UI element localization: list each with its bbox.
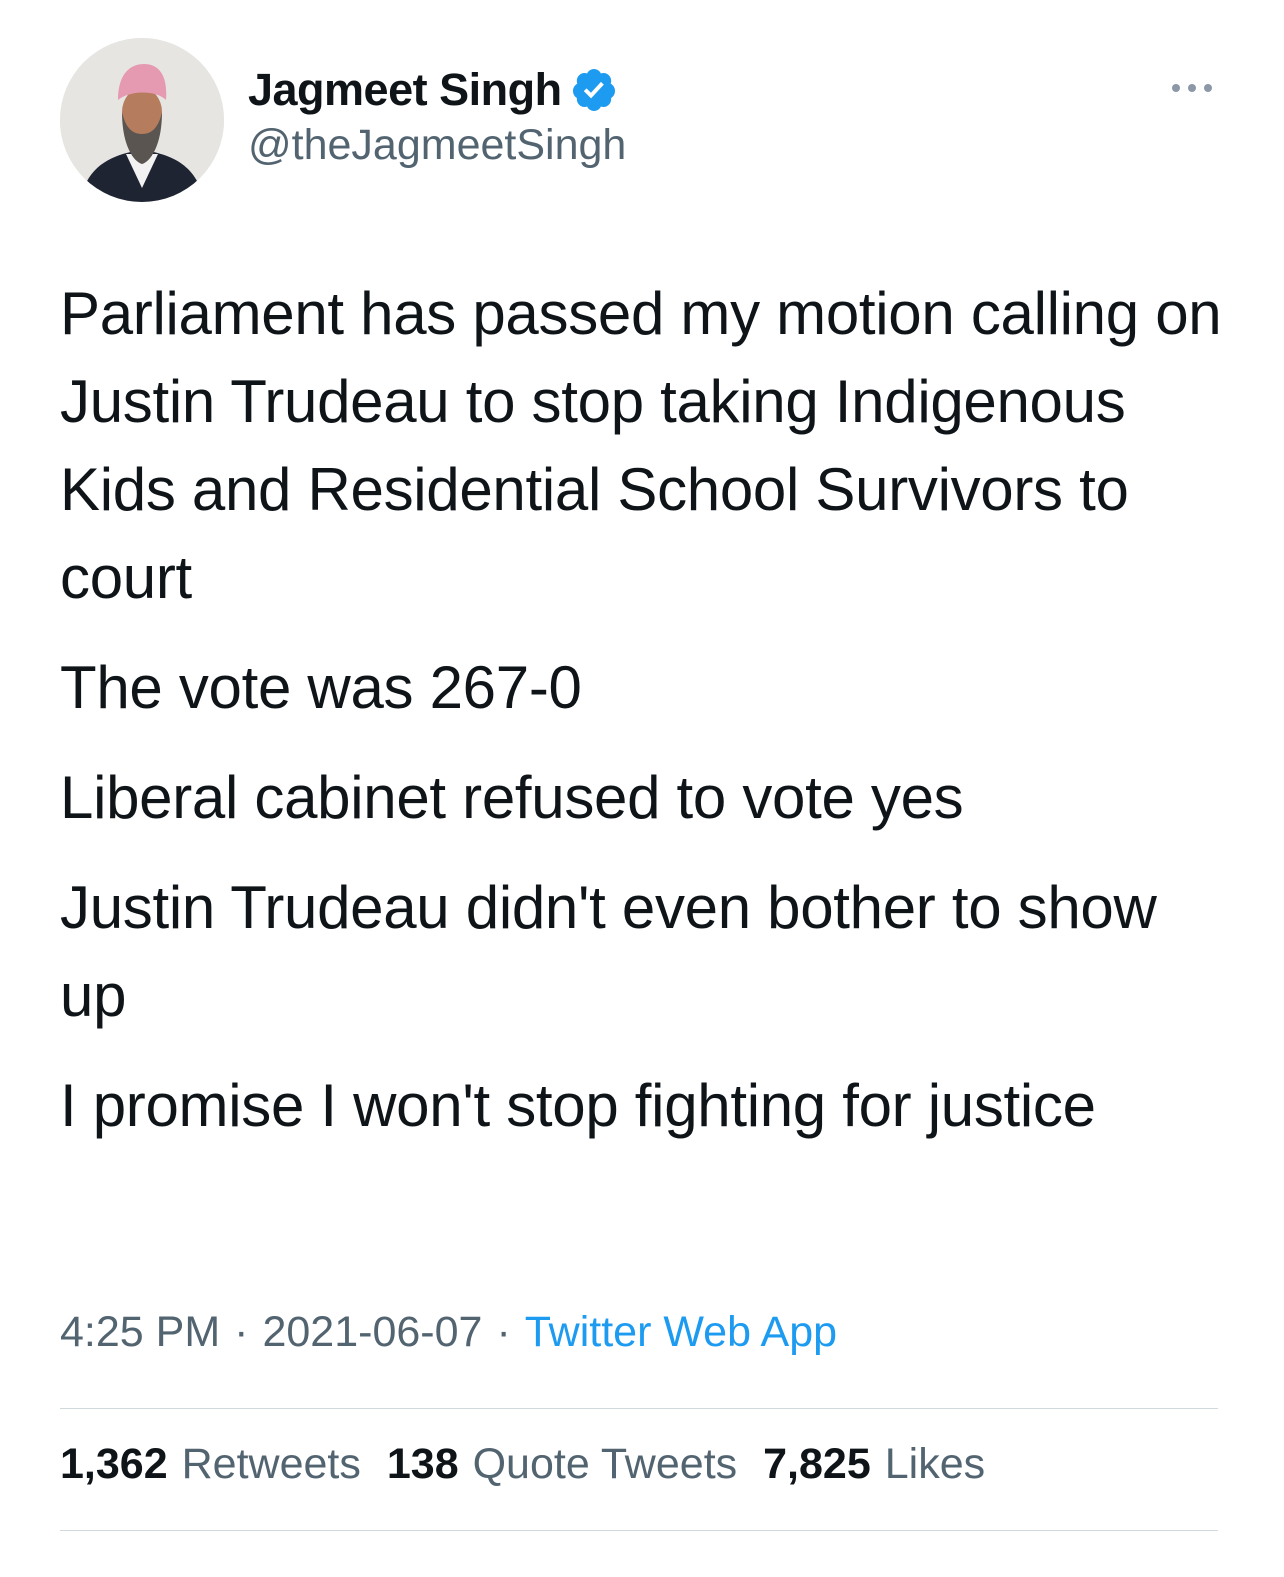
- likes-label: Likes: [884, 1440, 986, 1488]
- author-name-row: Jagmeet Singh: [248, 60, 618, 120]
- verified-badge-icon: [570, 66, 618, 114]
- tweet-date[interactable]: 2021-06-07: [262, 1308, 482, 1356]
- tweet-stats: 1,362 Retweets 138 Quote Tweets 7,825 Likes: [60, 1440, 985, 1489]
- quote-tweets-count: 138: [386, 1440, 459, 1488]
- quote-tweets-label: Quote Tweets: [472, 1440, 738, 1488]
- tweet-source-link[interactable]: Twitter Web App: [525, 1308, 837, 1356]
- tweet-paragraph: Justin Trudeau didn't even bother to sho…: [60, 874, 1157, 1029]
- tweet-paragraph: Parliament has passed my motion calling …: [60, 280, 1222, 611]
- author-handle[interactable]: @theJagmeetSingh: [248, 121, 626, 170]
- profile-photo: [60, 38, 224, 202]
- tweet-time[interactable]: 4:25 PM: [60, 1308, 220, 1356]
- retweets-stat[interactable]: 1,362 Retweets: [60, 1440, 361, 1489]
- tweet-paragraph: Liberal cabinet refused to vote yes: [60, 764, 964, 831]
- meta-separator: ·: [234, 1308, 249, 1356]
- quote-tweets-stat[interactable]: 138 Quote Tweets: [387, 1440, 737, 1489]
- tweet-paragraph: The vote was 267-0: [60, 654, 582, 721]
- tweet-meta: 4:25 PM · 2021-06-07 · Twitter Web App: [60, 1308, 837, 1357]
- meta-separator: ·: [496, 1308, 511, 1356]
- likes-stat[interactable]: 7,825 Likes: [763, 1440, 985, 1489]
- tweet-text: Parliament has passed my motion calling …: [60, 270, 1230, 1172]
- more-options-icon[interactable]: [1164, 70, 1220, 106]
- likes-count: 7,825: [763, 1440, 871, 1488]
- display-name[interactable]: Jagmeet Singh: [248, 64, 562, 116]
- divider: [60, 1530, 1218, 1531]
- tweet-paragraph: I promise I won't stop fighting for just…: [60, 1072, 1096, 1139]
- retweets-label: Retweets: [181, 1440, 361, 1488]
- divider: [60, 1408, 1218, 1409]
- retweets-count: 1,362: [60, 1440, 168, 1488]
- avatar[interactable]: [60, 38, 224, 202]
